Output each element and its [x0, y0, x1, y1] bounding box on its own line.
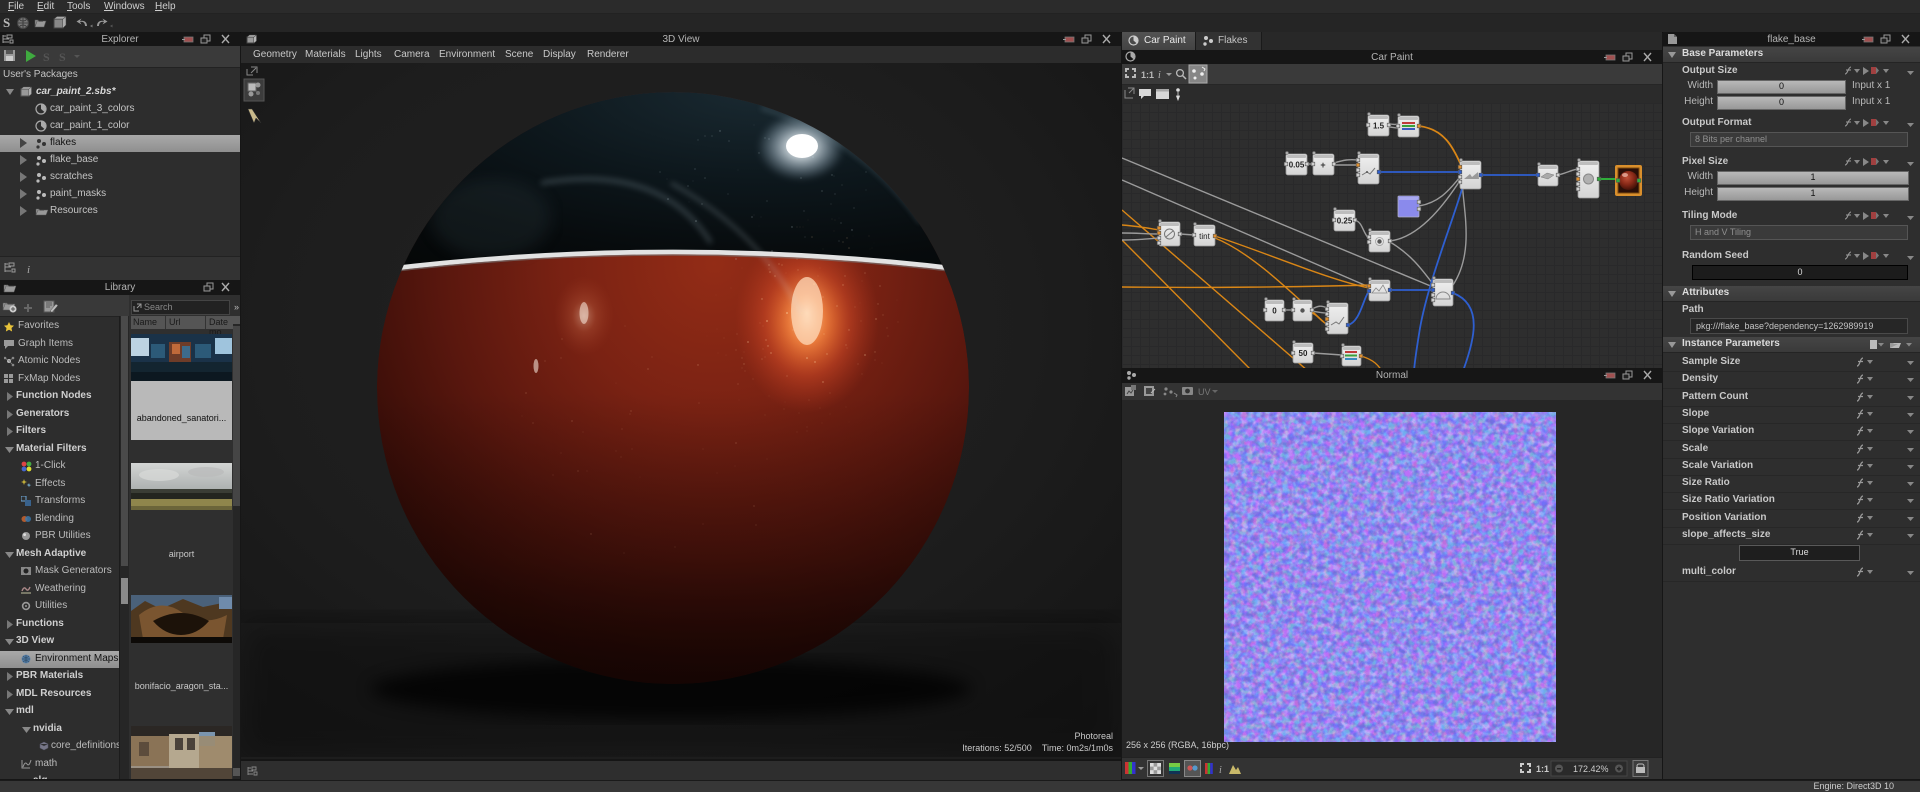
svg-text:1:1: 1:1: [1536, 764, 1549, 774]
svg-text:+: +: [1320, 160, 1325, 170]
svg-text:i: i: [27, 264, 30, 276]
svg-text:0: 0: [1272, 307, 1277, 316]
svg-text:0.05: 0.05: [1289, 161, 1305, 170]
svg-text:0.25: 0.25: [1337, 217, 1353, 226]
svg-text:S: S: [3, 15, 10, 30]
svg-text:UV: UV: [1198, 387, 1211, 397]
svg-text:tint: tint: [1199, 232, 1210, 241]
svg-text:50: 50: [1299, 349, 1308, 358]
svg-text:S: S: [43, 50, 50, 64]
svg-text:i: i: [1158, 70, 1161, 81]
svg-text:172.42%: 172.42%: [1573, 764, 1609, 774]
svg-text:i: i: [1219, 765, 1222, 776]
svg-text:1:1: 1:1: [1141, 70, 1154, 80]
svg-text:S: S: [59, 50, 66, 64]
svg-text:1.5: 1.5: [1373, 122, 1385, 131]
